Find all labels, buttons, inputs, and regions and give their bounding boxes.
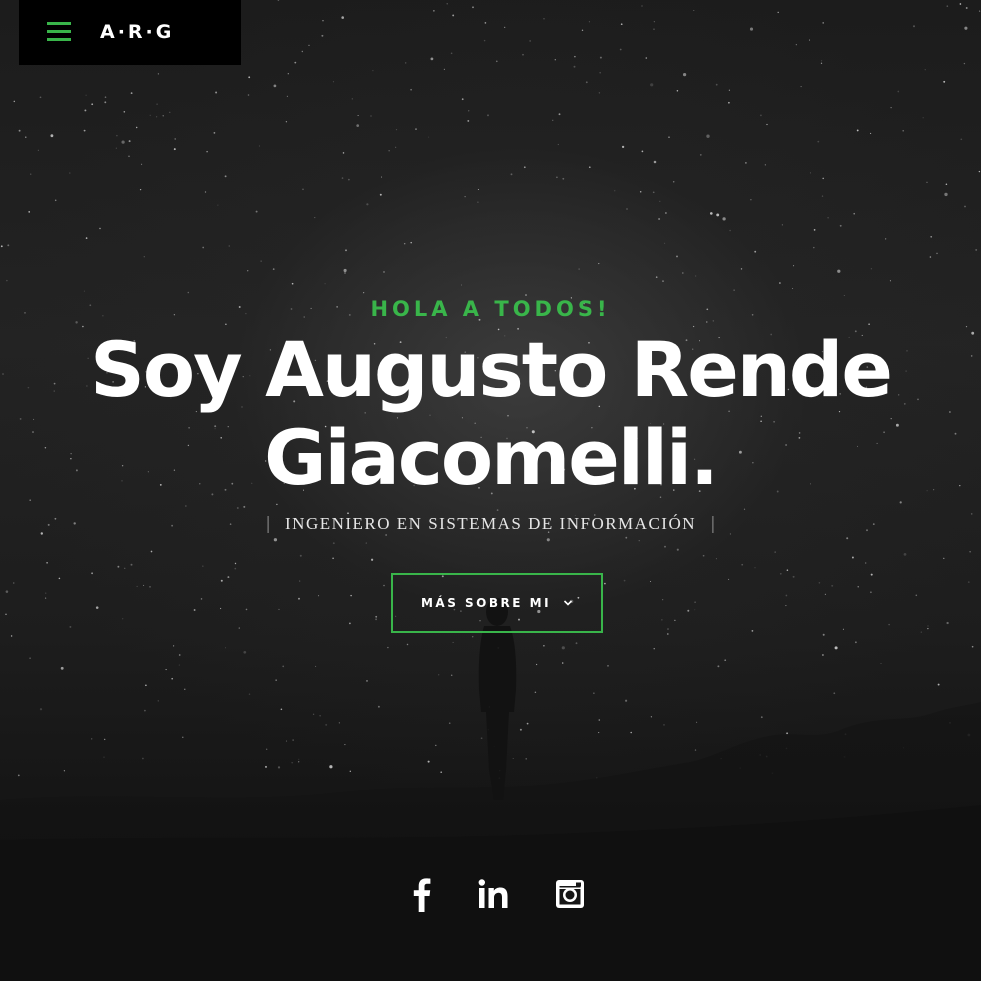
divider-right: | [710,514,716,535]
instagram-icon[interactable] [553,872,587,916]
hamburger-menu-icon[interactable] [47,21,71,43]
name-line-2: Giacomelli. [264,413,719,502]
job-title-text: INGENIERO EN SISTEMAS DE INFORMACIÓN [285,514,696,534]
site-logo[interactable]: A·R·G [100,19,174,45]
name-line-1: Soy Augusto Rende [90,325,893,414]
linkedin-icon[interactable] [476,872,512,916]
top-navigation-bar: A·R·G [19,0,241,65]
chevron-down-icon [563,600,573,606]
divider-left: | [265,514,271,535]
greeting-text: HOLA A TODOS! [370,297,611,321]
more-about-me-label: MÁS SOBRE MI [420,596,552,610]
job-title: | INGENIERO EN SISTEMAS DE INFORMACIÓN | [0,511,981,537]
more-about-me-button[interactable]: MÁS SOBRE MI [391,573,603,633]
social-links [0,872,981,916]
page-title: Soy Augusto Rende Giacomelli. [0,326,981,502]
facebook-icon[interactable] [410,872,434,916]
hero-section: A·R·G HOLA A TODOS! Soy Augusto Rende Gi… [0,0,981,981]
